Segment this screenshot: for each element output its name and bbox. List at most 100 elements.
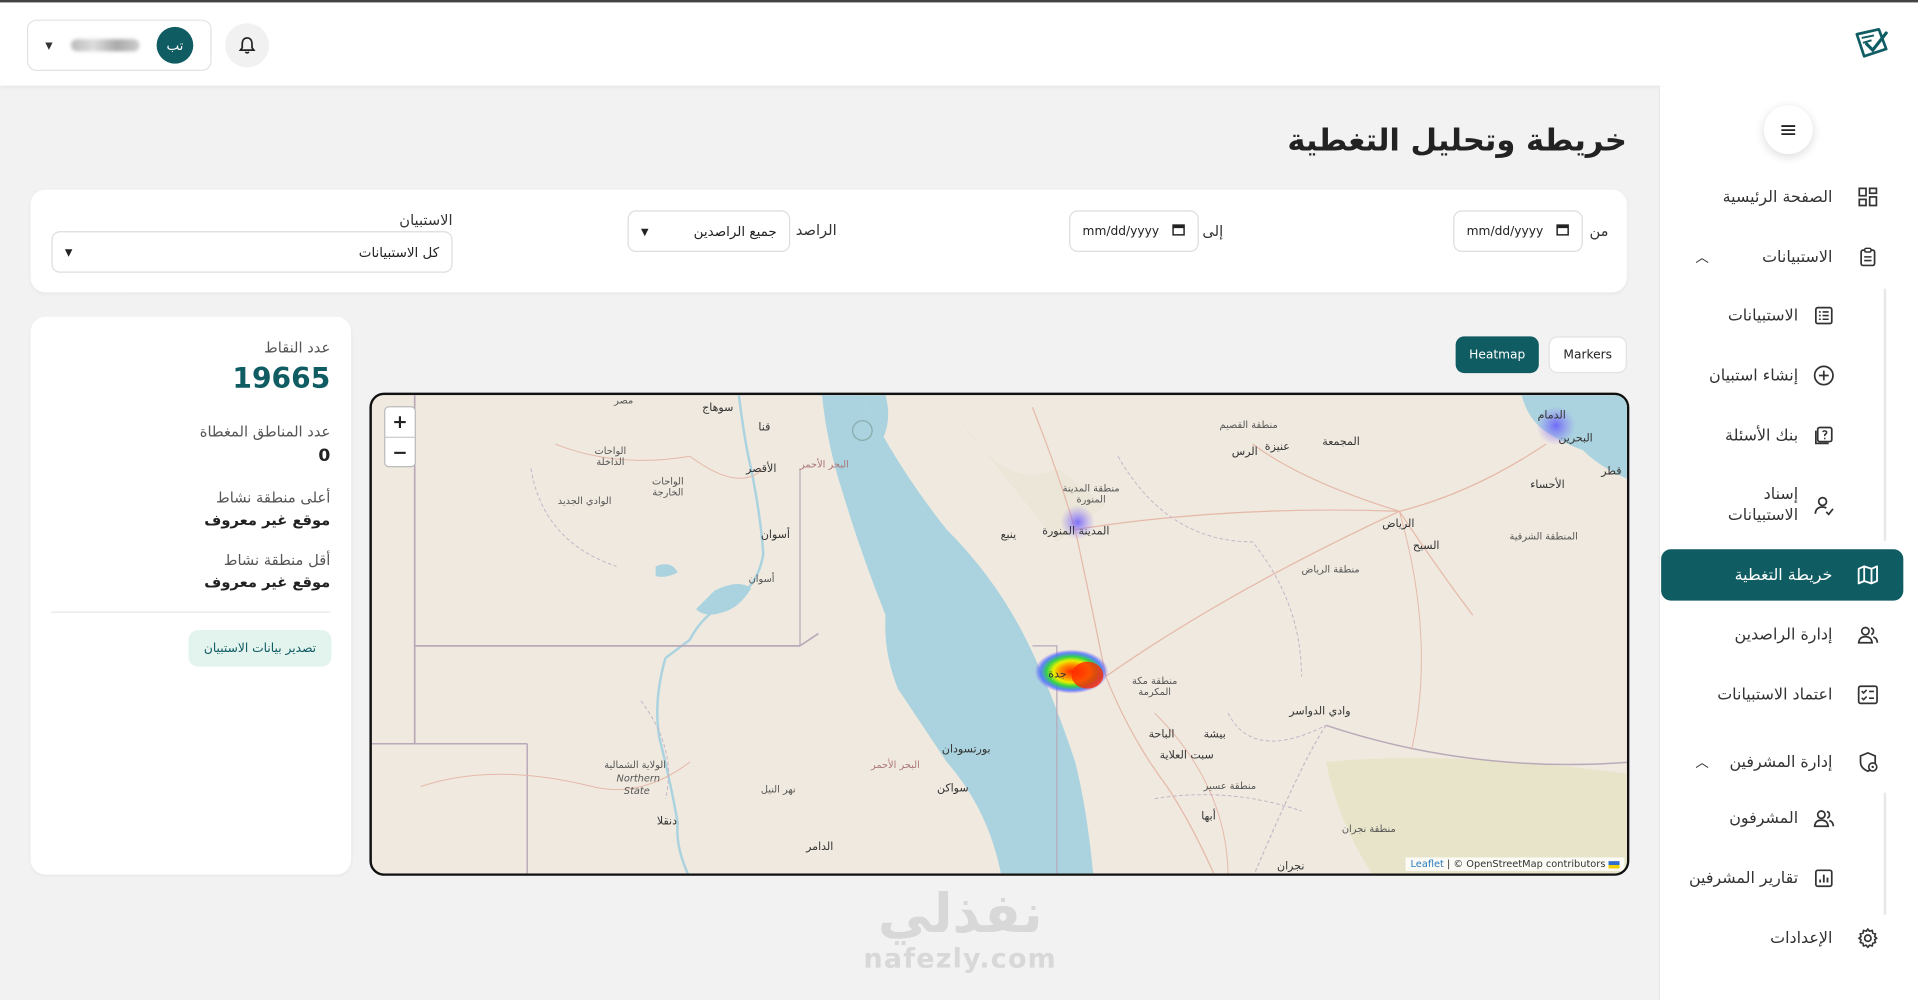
heatmap-toggle-button[interactable]: Heatmap — [1455, 336, 1539, 374]
map-attribution: Leaflet | © OpenStreetMap contributors — [1405, 857, 1625, 871]
covered-areas-value: 0 — [318, 446, 331, 467]
sidebar-item-label: الاستبيانات — [1727, 306, 1799, 325]
sidebar-item-label: الإعدادات — [1770, 929, 1833, 948]
sidebar-item-supervisor-reports[interactable]: تقارير المشرفين — [1659, 865, 1918, 892]
coverage-map[interactable]: + − مصر سوهاج قنا الأقصر البحر الأحمر ال… — [369, 392, 1630, 876]
menu-toggle-icon[interactable]: ≡ — [1763, 105, 1813, 155]
chevron-down-icon: ▾ — [45, 36, 53, 54]
observer-select[interactable]: ▼ جميع الراصدين — [627, 210, 791, 252]
calendar-icon[interactable] — [1556, 223, 1569, 240]
observer-select-value: جميع الراصدين — [693, 223, 777, 240]
plus-circle-icon — [1810, 362, 1837, 389]
map-label: المدينة المنورة — [1042, 525, 1110, 539]
map-label: أسوان — [760, 529, 790, 542]
map-label: الولاية الشمالية — [604, 759, 666, 771]
caret-down-icon: ▼ — [64, 246, 73, 258]
zoom-out-button[interactable]: − — [385, 436, 415, 466]
map-label: المجمعة — [1322, 436, 1360, 449]
map-label: منطقة مكة المكرمة — [1131, 675, 1178, 698]
to-label: إلى — [1202, 222, 1224, 240]
page-title: خريطة وتحليل التغطية — [1287, 122, 1627, 158]
sidebar-item-label: اعتماد الاستبيانات — [1717, 685, 1833, 704]
map-label: البحر الأحمر — [870, 759, 920, 771]
watermark-logo: نفذلي nafezly.com — [850, 883, 1070, 975]
sidebar-item-label: بنك الأسئلة — [1725, 426, 1799, 445]
observer-label: الراصد — [795, 221, 837, 239]
sidebar-item-supervisors[interactable]: المشرفون — [1659, 805, 1918, 832]
chevron-up-icon[interactable]: ︿ — [1695, 247, 1708, 267]
survey-select-value: كل الاستبيانات — [358, 244, 440, 260]
survey-label: الاستبيان — [399, 211, 453, 229]
map-label: دنقلا — [656, 815, 677, 829]
assign-user-icon — [1810, 492, 1837, 519]
sidebar-item-settings[interactable]: الإعدادات — [1659, 925, 1918, 952]
sidebar-item-supervisors-group[interactable]: إدارة المشرفين ︿ — [1659, 749, 1918, 776]
from-date-input[interactable]: mm/dd/yyyy — [1453, 210, 1583, 252]
sidebar-item-label: إدارة المشرفين — [1729, 752, 1833, 772]
calendar-icon[interactable] — [1172, 223, 1185, 240]
sidebar-item-label: تقارير المشرفين — [1688, 869, 1799, 888]
sidebar-item-coverage-map[interactable]: خريطة التغطية — [1661, 549, 1904, 601]
map-label: المنطقة الشرقية — [1509, 530, 1578, 542]
highest-activity-label: أعلى منطقة نشاط — [216, 489, 331, 507]
map-label: بورتسودان — [941, 743, 991, 756]
sidebar-item-observers[interactable]: إدارة الراصدين — [1659, 621, 1918, 648]
map-label: Northern — [616, 773, 661, 785]
leaflet-link[interactable]: Leaflet — [1411, 859, 1444, 870]
map-label: عنيزة — [1264, 441, 1290, 454]
sidebar-item-approve-surveys[interactable]: اعتماد الاستبيانات — [1659, 681, 1918, 708]
highest-activity-value: موقع غير معروف — [204, 511, 331, 529]
map-label: منطقة القصيم — [1219, 419, 1278, 431]
avatar: تب — [156, 26, 194, 64]
map-label: أسوان — [748, 573, 775, 585]
users-icon — [1854, 621, 1881, 648]
sidebar-item-label: إنشاء استبيان — [1709, 366, 1799, 385]
map-label: الأقصر — [746, 463, 777, 476]
map-label: منطقة عسير — [1203, 780, 1257, 792]
sidebar-item-label: الصفحة الرئيسية — [1722, 187, 1833, 207]
sidebar-item-create-survey[interactable]: إنشاء استبيان — [1659, 362, 1918, 389]
notifications-bell-icon[interactable] — [225, 23, 270, 68]
covered-areas-label: عدد المناطق المغطاة — [199, 423, 331, 441]
watermark-arabic: نفذلي — [877, 883, 1043, 946]
from-label: من — [1589, 222, 1609, 240]
to-date-input[interactable]: mm/dd/yyyy — [1069, 210, 1199, 252]
map-icon — [1854, 561, 1881, 588]
map-label: منطقة نجران — [1341, 823, 1396, 835]
report-chart-icon — [1810, 865, 1837, 892]
watermark-latin: nafezly.com — [863, 944, 1057, 975]
survey-select[interactable]: ▼ كل الاستبيانات — [51, 231, 453, 273]
sidebar-item-label: إسناد الاستبيانات — [1727, 485, 1799, 525]
points-value: 19665 — [232, 363, 331, 396]
markers-toggle-button[interactable]: Markers — [1548, 336, 1627, 374]
map-label: سواكن — [936, 782, 969, 796]
supervisors-icon — [1810, 805, 1837, 832]
zoom-in-button[interactable]: + — [385, 407, 414, 436]
map-label: State — [623, 785, 650, 797]
points-label: عدد النقاط — [264, 338, 331, 356]
chevron-up-icon[interactable]: ︿ — [1695, 752, 1708, 772]
sidebar-item-question-bank[interactable]: بنك الأسئلة — [1659, 422, 1918, 449]
map-label: السيح — [1412, 540, 1440, 553]
app-logo-icon[interactable] — [1850, 22, 1892, 64]
map-label: وادي الدواسر — [1289, 705, 1351, 719]
sidebar-item-assign-surveys[interactable]: إسناد الاستبيانات — [1659, 483, 1918, 527]
stats-card: عدد النقاط 19665 عدد المناطق المغطاة 0 أ… — [30, 316, 352, 875]
sidebar-item-surveys-group[interactable]: الاستبيانات ︿ — [1659, 243, 1918, 270]
sidebar-item-home[interactable]: الصفحة الرئيسية — [1659, 183, 1918, 210]
map-label: نهر النيل — [760, 784, 796, 796]
user-menu[interactable]: ▾ تب — [26, 19, 212, 71]
sidebar-item-label: خريطة التغطية — [1734, 565, 1833, 585]
export-survey-data-button[interactable]: تصدير بيانات الاستبيان — [188, 629, 332, 667]
map-label: سبت العلاية — [1159, 749, 1214, 763]
ukraine-flag-icon — [1608, 860, 1620, 868]
divider — [51, 611, 331, 613]
map-label: مصر — [614, 395, 634, 407]
map-label: جدة — [1048, 669, 1067, 682]
sidebar-item-label: إدارة الراصدين — [1734, 625, 1833, 645]
sidebar-item-label: المشرفون — [1729, 809, 1799, 828]
sidebar-item-surveys-list[interactable]: الاستبيانات — [1659, 302, 1918, 329]
from-date-placeholder: mm/dd/yyyy — [1466, 224, 1544, 238]
map-label: الرس — [1231, 446, 1258, 459]
map-label: قطر — [1601, 466, 1622, 479]
